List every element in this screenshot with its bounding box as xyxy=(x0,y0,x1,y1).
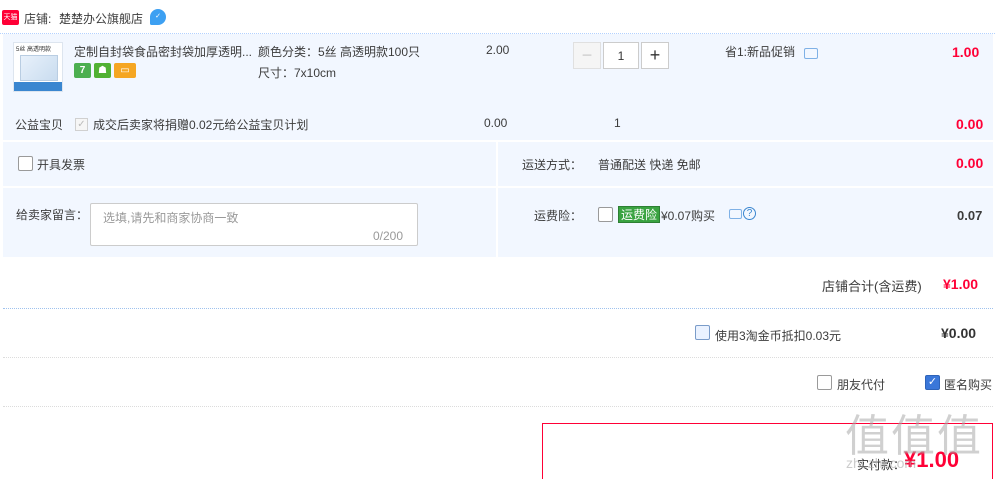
divider xyxy=(496,142,498,257)
message-char-counter: 0/200 xyxy=(373,229,404,243)
help-icon[interactable]: ? xyxy=(743,207,756,220)
charity-description: 成交后卖家将捐赠0.02元给公益宝贝计划 xyxy=(93,118,309,132)
unit-price: 2.00 xyxy=(486,43,510,57)
friend-pay-label[interactable]: 朋友代付 xyxy=(837,376,885,393)
product-thumbnail[interactable]: 5丝 高透明款 xyxy=(13,42,63,92)
quantity-input[interactable] xyxy=(603,42,639,69)
promotion-label: 省1:新品促销 xyxy=(725,45,796,59)
promo-chat-icon[interactable] xyxy=(804,48,818,59)
shipping-method: 普通配送 快递 免邮 xyxy=(598,158,701,172)
anonymous-label[interactable]: 匿名购买 xyxy=(944,376,992,393)
shop-total-value: ¥1.00 xyxy=(943,276,979,292)
charity-checkbox: ✓ xyxy=(75,118,88,131)
shipping-cost: 0.00 xyxy=(956,155,984,171)
sku-size: 尺寸：7x10cm xyxy=(258,66,337,80)
divider xyxy=(3,308,993,309)
item-subtotal: 1.00 xyxy=(952,44,980,60)
quantity-decrease-button[interactable]: − xyxy=(573,42,601,69)
insurance-chat-icon[interactable] xyxy=(729,209,742,219)
thumbnail-caption: 5丝 高透明款 xyxy=(16,47,52,53)
insurance-cost: 0.07 xyxy=(957,208,983,223)
guarantee-icon[interactable]: ☗ xyxy=(94,63,111,78)
quantity-increase-button[interactable]: + xyxy=(641,42,669,69)
insurance-checkbox[interactable] xyxy=(598,207,613,222)
charity-price: 0.00 xyxy=(484,116,508,130)
sku-color: 颜色分类：5丝 高透明款100只 xyxy=(258,45,421,59)
coin-checkbox[interactable] xyxy=(695,325,710,340)
bag-image xyxy=(20,55,58,81)
coin-label[interactable]: 使用3淘金币抵扣0.03元 xyxy=(715,327,841,344)
shipping-label: 运送方式： xyxy=(522,158,583,172)
invoice-checkbox[interactable] xyxy=(18,156,33,171)
divider xyxy=(3,257,993,259)
invoice-label[interactable]: 开具发票 xyxy=(37,156,85,173)
charity-quantity: 1 xyxy=(614,116,621,130)
watermark-url: zhi.zhi.com xyxy=(846,455,917,471)
insurance-label: 运费险： xyxy=(534,209,583,223)
product-title-link[interactable]: 定制自封袋食品密封袋加厚透明... xyxy=(74,43,252,60)
credit-card-icon[interactable]: ▭ xyxy=(114,63,136,78)
seven-day-return-icon[interactable]: 7 xyxy=(74,63,91,78)
tmall-icon: 天猫 xyxy=(2,10,19,25)
shop-name-link[interactable]: 楚楚办公旗舰店 xyxy=(59,10,143,27)
shop-total-label: 店铺合计(含运费) xyxy=(822,279,922,294)
wangwang-chat-icon[interactable]: ✓ xyxy=(150,9,166,25)
charity-subtotal: 0.00 xyxy=(956,116,984,132)
insurance-price: ¥0.07购买 xyxy=(661,209,716,223)
charity-label: 公益宝贝 xyxy=(15,118,64,132)
seller-message-label: 给卖家留言： xyxy=(16,208,89,222)
divider xyxy=(3,140,993,142)
divider xyxy=(3,357,993,358)
anonymous-checkbox[interactable]: ✓ xyxy=(925,375,940,390)
insurance-tag: 运费险 xyxy=(618,206,661,223)
coin-discount-value: ¥0.00 xyxy=(941,325,977,341)
shop-label: 店铺: xyxy=(24,12,52,26)
divider xyxy=(3,186,993,188)
friend-pay-checkbox[interactable] xyxy=(817,375,832,390)
seller-message-placeholder: 选填,请先和商家协商一致 xyxy=(103,211,239,225)
thumbnail-band xyxy=(14,82,62,91)
